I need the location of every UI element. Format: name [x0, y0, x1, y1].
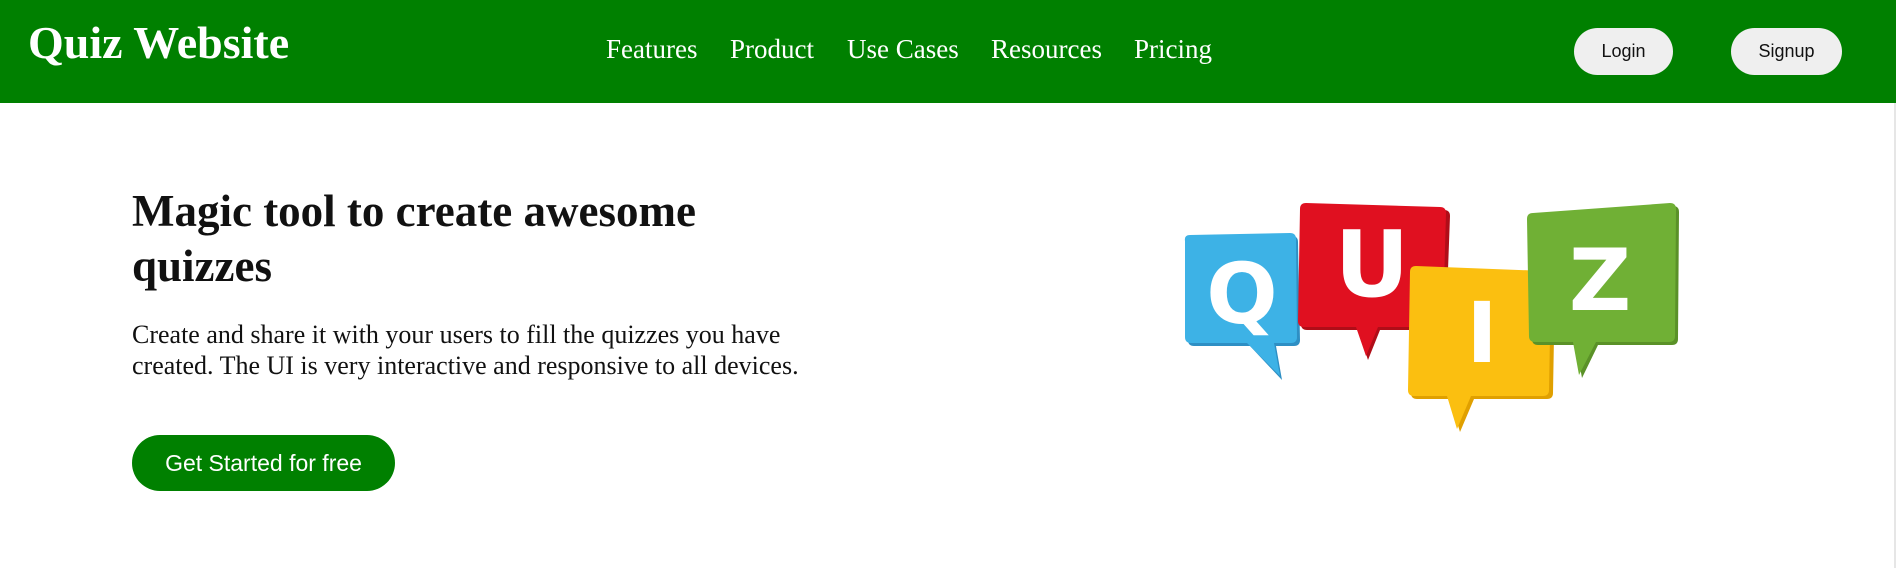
quiz-letter-u: U [1335, 211, 1410, 318]
hero-description: Create and share it with your users to f… [132, 320, 799, 380]
quiz-letter-i: I [1466, 284, 1497, 382]
nav-link-resources[interactable]: Resources [991, 36, 1102, 63]
signup-button[interactable]: Signup [1731, 28, 1842, 75]
nav-link-features[interactable]: Features [606, 36, 697, 63]
quiz-bubble-q: Q [1184, 233, 1300, 380]
quiz-letter-q: Q [1206, 245, 1277, 343]
quiz-speech-bubbles-logo: Q U I Z [1184, 203, 1679, 432]
nav-link-pricing[interactable]: Pricing [1134, 36, 1212, 63]
top-navbar: Quiz Website Features Product Use Cases … [0, 0, 1896, 103]
hero-title: Magic tool to create awesome quizzes [132, 186, 696, 291]
nav-link-use-cases[interactable]: Use Cases [847, 36, 959, 63]
login-button[interactable]: Login [1574, 28, 1673, 75]
get-started-button[interactable]: Get Started for free [132, 435, 395, 491]
quiz-letter-z: Z [1569, 231, 1631, 331]
site-brand[interactable]: Quiz Website [28, 20, 289, 66]
nav-link-product[interactable]: Product [730, 36, 814, 63]
